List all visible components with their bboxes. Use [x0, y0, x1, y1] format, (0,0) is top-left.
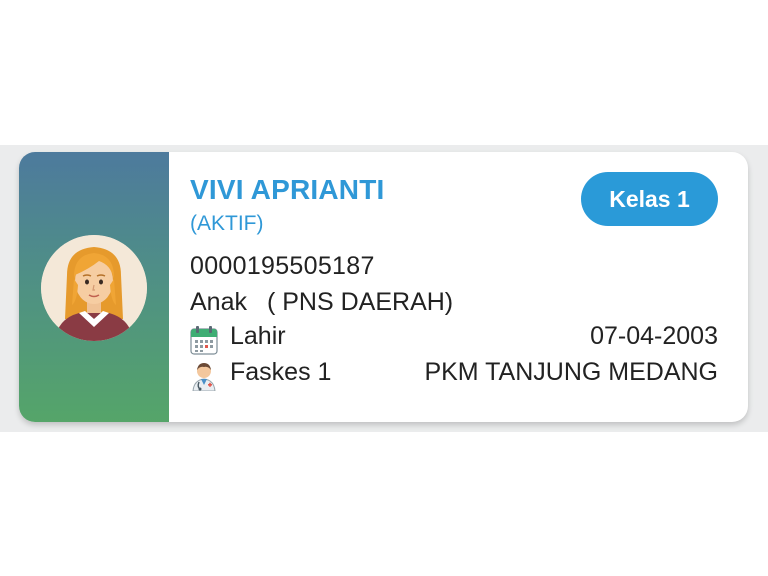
- screen: VIVI APRIANTI (AKTIF) Kelas 1 0000195505…: [0, 0, 768, 576]
- birth-label: Lahir: [230, 322, 286, 350]
- member-card[interactable]: VIVI APRIANTI (AKTIF) Kelas 1 0000195505…: [19, 152, 748, 422]
- faskes-label: Faskes 1: [230, 358, 332, 386]
- member-status: (AKTIF): [190, 212, 264, 235]
- employment-text: ( PNS DAERAH): [266, 288, 454, 316]
- faskes-name: PKM TANJUNG MEDANG: [424, 358, 718, 386]
- birth-row: Lahir 07-04-2003: [190, 322, 718, 356]
- card-number: 0000195505187: [190, 252, 375, 280]
- member-details: VIVI APRIANTI (AKTIF) Kelas 1 0000195505…: [169, 152, 748, 422]
- relation-line: Anak ( PNS DAERAH): [190, 288, 453, 317]
- calendar-icon: [190, 325, 218, 355]
- class-badge: Kelas 1: [581, 172, 718, 226]
- doctor-icon: [190, 361, 218, 392]
- member-name: VIVI APRIANTI: [190, 174, 385, 205]
- birth-date: 07-04-2003: [590, 322, 718, 350]
- relation-text: Anak: [190, 288, 247, 316]
- faskes-row: Faskes 1 PKM TANJUNG MEDANG: [190, 358, 718, 392]
- card-side-panel: [19, 152, 169, 422]
- female-avatar-icon: [41, 235, 147, 341]
